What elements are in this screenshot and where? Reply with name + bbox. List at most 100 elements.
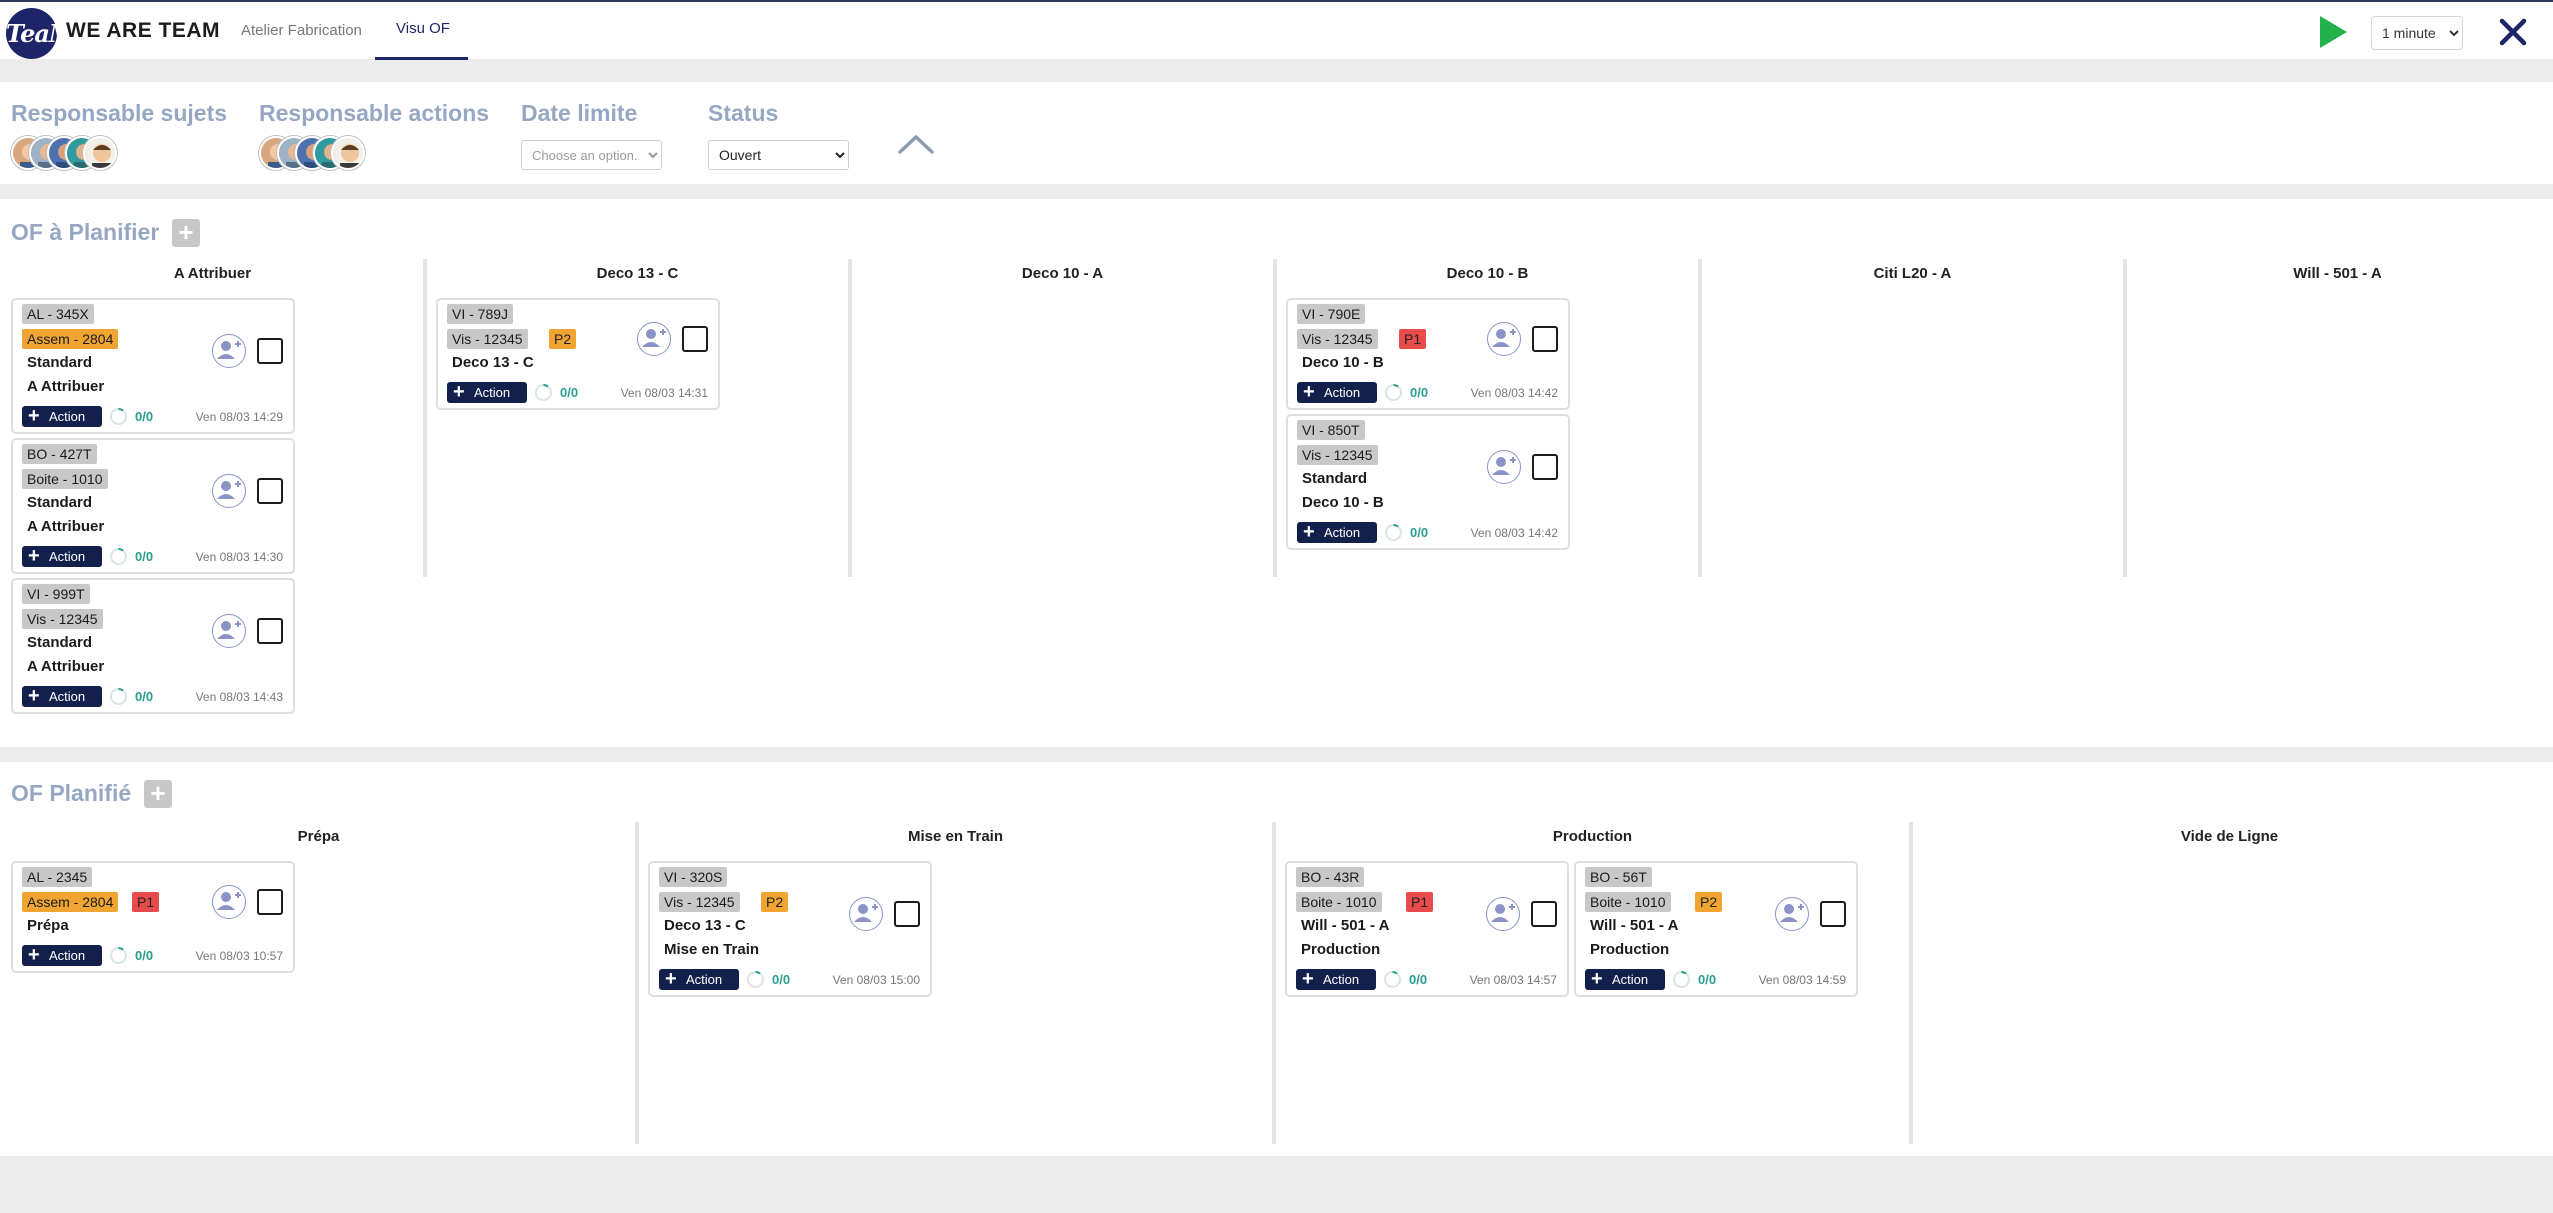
card-date: Ven 08/03 14:30: [195, 550, 283, 564]
article-tag: Vis - 12345: [447, 329, 528, 349]
card-stage-text: Mise en Train: [664, 941, 760, 958]
of-card[interactable]: VI - 999T Vis - 12345 Standard A Attribuer +…: [11, 578, 295, 714]
filter-label-responsable-sujets: Responsable sujets: [11, 100, 228, 126]
card-line-text: Deco 10 - B: [1302, 354, 1384, 371]
column-header: Deco 13 - C: [596, 265, 679, 282]
assign-user-icon[interactable]: [1486, 897, 1520, 931]
article-tag: Vis - 12345: [22, 609, 103, 629]
of-card[interactable]: VI - 789J Vis - 12345 P2 Deco 13 - C + Action…: [436, 298, 720, 410]
column-header: Mise en Train: [907, 828, 1004, 845]
action-label: Action: [49, 948, 86, 963]
action-label: Action: [1612, 972, 1649, 987]
status-select[interactable]: Ouvert: [708, 140, 849, 170]
progress-ring-icon: [534, 383, 553, 402]
add-action-button[interactable]: + Action: [22, 686, 102, 707]
card-date: Ven 08/03 14:43: [195, 690, 283, 704]
assign-user-icon[interactable]: [637, 322, 671, 356]
card-stage-text: Production: [1301, 941, 1381, 958]
add-action-button[interactable]: + Action: [1296, 969, 1376, 990]
column-divider: [848, 259, 852, 577]
card-line-text: Standard: [27, 634, 93, 651]
of-card[interactable]: BO - 56T Boite - 1010 P2 Will - 501 - A Prod…: [1574, 861, 1858, 997]
select-checkbox[interactable]: [1531, 901, 1557, 927]
add-icon[interactable]: +: [144, 780, 172, 808]
select-checkbox[interactable]: [1532, 454, 1558, 480]
card-line-text: Will - 501 - A: [1590, 917, 1679, 934]
refresh-interval-select[interactable]: 1 minute: [2371, 16, 2463, 50]
of-card[interactable]: VI - 320S Vis - 12345 P2 Deco 13 - C Mise en…: [648, 861, 932, 997]
plus-icon: +: [1591, 968, 1603, 990]
filter-label-responsable-actions: Responsable actions: [259, 100, 490, 126]
select-checkbox[interactable]: [257, 889, 283, 915]
assign-user-icon[interactable]: [212, 474, 246, 508]
priority-badge: P1: [1399, 329, 1427, 349]
of-card[interactable]: BO - 43R Boite - 1010 P1 Will - 501 - A Prod…: [1285, 861, 1569, 997]
column-header: Deco 10 - A: [1021, 265, 1104, 282]
add-action-button[interactable]: + Action: [1297, 522, 1377, 543]
progress-count: 0/0: [772, 972, 791, 987]
add-action-button[interactable]: + Action: [1297, 382, 1377, 403]
add-action-button[interactable]: + Action: [22, 406, 102, 427]
add-icon[interactable]: +: [172, 219, 200, 247]
action-label: Action: [1324, 525, 1361, 540]
of-reference-tag: AL - 345X: [22, 304, 94, 324]
assign-user-icon[interactable]: [1487, 322, 1521, 356]
select-checkbox[interactable]: [894, 901, 920, 927]
plus-icon: +: [453, 381, 465, 403]
of-reference-tag: VI - 320S: [659, 867, 728, 887]
select-checkbox[interactable]: [257, 618, 283, 644]
select-checkbox[interactable]: [257, 478, 283, 504]
assign-user-icon[interactable]: [212, 614, 246, 648]
of-card[interactable]: BO - 427T Boite - 1010 Standard A Attribuer…: [11, 438, 295, 574]
card-date: Ven 08/03 14:29: [195, 410, 283, 424]
close-icon[interactable]: [2493, 12, 2533, 52]
select-checkbox[interactable]: [1820, 901, 1846, 927]
add-action-button[interactable]: + Action: [22, 945, 102, 966]
plus-icon: +: [28, 545, 40, 567]
avatar[interactable]: [83, 136, 117, 170]
action-label: Action: [474, 385, 511, 400]
card-line-text: Standard: [1302, 470, 1368, 487]
column-divider: [635, 822, 639, 1144]
play-icon[interactable]: [2320, 16, 2347, 48]
avatar[interactable]: [331, 136, 365, 170]
action-label: Action: [686, 972, 723, 987]
tab-atelier-fabrication[interactable]: Atelier Fabrication: [241, 22, 362, 39]
priority-badge: P2: [549, 329, 577, 349]
date-limite-select[interactable]: Choose an option...: [521, 140, 662, 170]
of-card[interactable]: AL - 2345 Assem - 2804 P1 Prépa + Action 0/0 Ve…: [11, 861, 295, 973]
add-action-button[interactable]: + Action: [659, 969, 739, 990]
filter-bar: Responsable sujets Responsable actions D…: [0, 82, 2553, 184]
progress-count: 0/0: [1409, 972, 1428, 987]
card-date: Ven 08/03 14:42: [1470, 526, 1558, 540]
of-card[interactable]: VI - 850T Vis - 12345 Standard Deco 10 - B +…: [1286, 414, 1570, 550]
avatar-group-actions: [259, 136, 369, 170]
of-reference-tag: BO - 56T: [1585, 867, 1652, 887]
select-checkbox[interactable]: [682, 326, 708, 352]
assign-user-icon[interactable]: [212, 334, 246, 368]
select-checkbox[interactable]: [1532, 326, 1558, 352]
assign-user-icon[interactable]: [1775, 897, 1809, 931]
select-checkbox[interactable]: [257, 338, 283, 364]
of-card[interactable]: VI - 790E Vis - 12345 P1 Deco 10 - B + Action…: [1286, 298, 1570, 410]
add-action-button[interactable]: + Action: [1585, 969, 1665, 990]
card-line-text: Will - 501 - A: [1301, 917, 1390, 934]
article-tag: Vis - 12345: [659, 892, 740, 912]
assign-user-icon[interactable]: [212, 885, 246, 919]
card-date: Ven 08/03 10:57: [195, 949, 283, 963]
assign-user-icon[interactable]: [1487, 450, 1521, 484]
card-stage-text: A Attribuer: [27, 378, 105, 395]
add-action-button[interactable]: + Action: [447, 382, 527, 403]
progress-ring-icon: [1384, 523, 1403, 542]
article-tag: Assem - 2804: [22, 329, 119, 349]
of-reference-tag: VI - 789J: [447, 304, 514, 324]
of-card[interactable]: AL - 345X Assem - 2804 Standard A Attribuer…: [11, 298, 295, 434]
tab-visu-of[interactable]: Visu OF: [396, 20, 450, 37]
chevron-up-icon[interactable]: [896, 132, 936, 156]
team-logo[interactable]: TeaM: [6, 8, 76, 59]
assign-user-icon[interactable]: [849, 897, 883, 931]
article-tag: Boite - 1010: [1585, 892, 1671, 912]
card-line-text: Deco 13 - C: [452, 354, 534, 371]
add-action-button[interactable]: + Action: [22, 546, 102, 567]
brand-name: WE ARE TEAM: [66, 19, 221, 42]
